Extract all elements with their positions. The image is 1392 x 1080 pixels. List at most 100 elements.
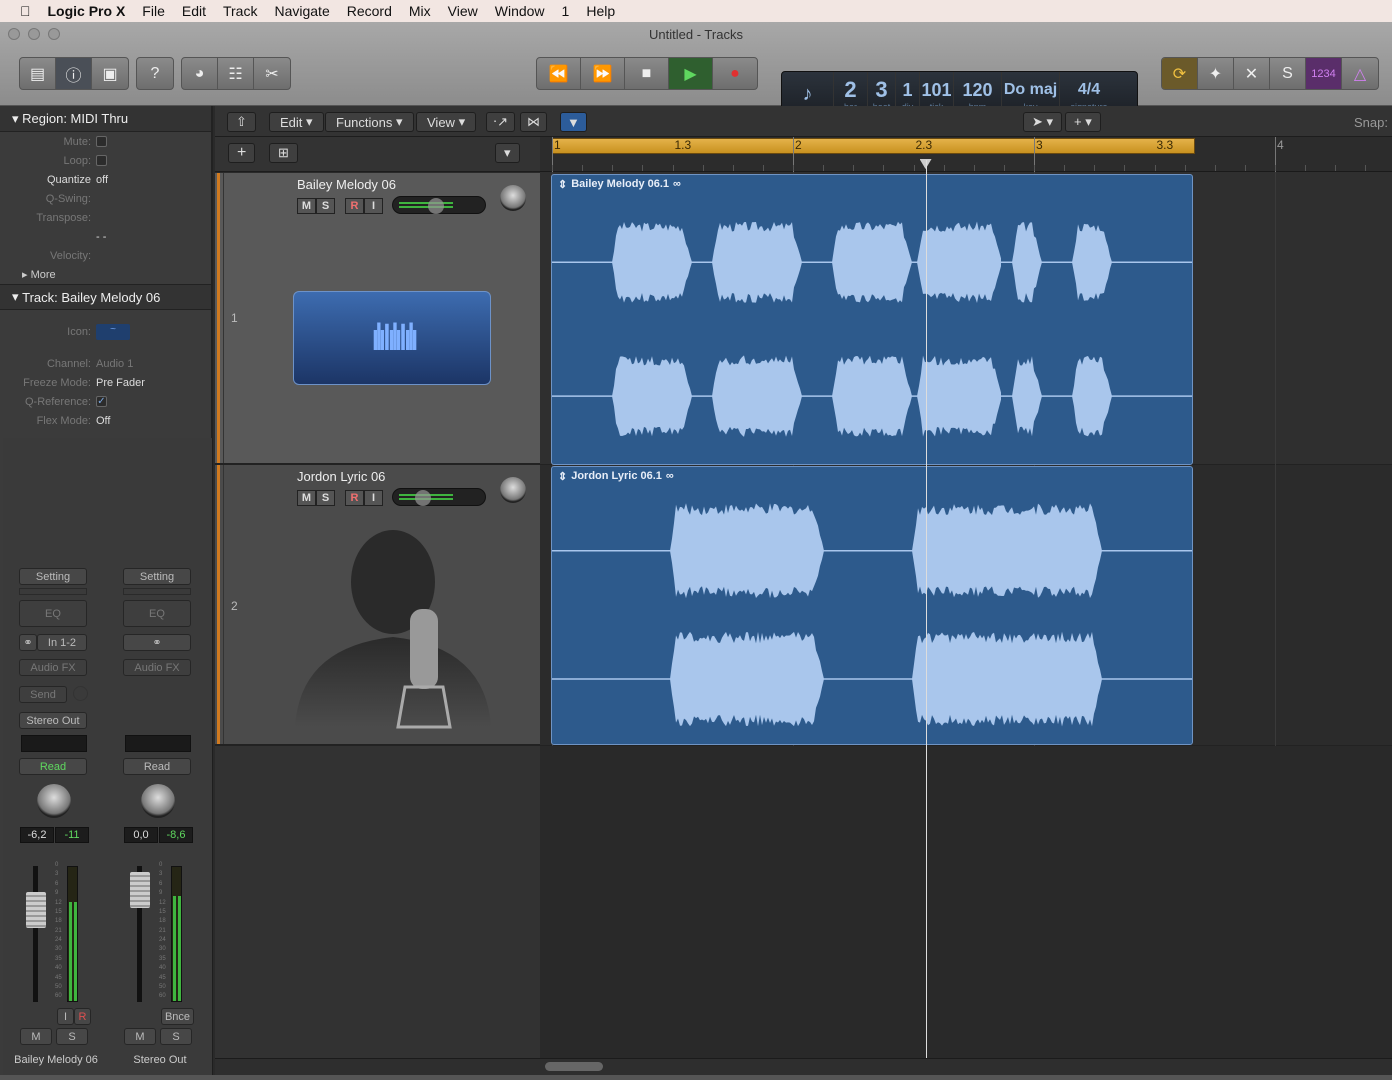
audio-region[interactable]: ⇕ Bailey Melody 06.1 ∞ (551, 174, 1193, 465)
view-menu[interactable]: View ▾ (416, 112, 477, 132)
record-enable-button[interactable]: R (74, 1008, 91, 1025)
volume-slider-thumb[interactable] (428, 198, 444, 214)
input-monitor-button[interactable]: I (364, 490, 383, 506)
up-arrow-button[interactable]: ⇧ (227, 112, 256, 132)
mute-button[interactable]: M (20, 1028, 52, 1045)
automation-mode-button[interactable]: Read (19, 758, 87, 775)
checkbox[interactable] (96, 136, 107, 147)
solo-button[interactable]: S (56, 1028, 88, 1045)
group-slot[interactable] (125, 735, 191, 752)
menu-help[interactable]: Help (586, 3, 615, 19)
pan-knob[interactable] (37, 784, 71, 818)
pan-knob[interactable] (500, 185, 526, 211)
add-track-button[interactable]: + (228, 143, 256, 163)
volume-fader-track[interactable] (33, 866, 38, 1002)
track-name[interactable]: Jordon Lyric 06 (297, 469, 385, 484)
checkbox[interactable] (96, 155, 107, 166)
inspector-value[interactable]: Audio 1 (96, 358, 211, 370)
ruler[interactable]: 1 1.3 2 2.3 3 3.3 4 (540, 137, 1392, 172)
count-in-button[interactable]: 1234 (1306, 58, 1342, 89)
solo-button[interactable]: S (1270, 58, 1306, 89)
track-header[interactable]: 2 Jordon Lyric 06 M S R I (215, 465, 540, 746)
smart-controls-button[interactable]: ◕ (182, 58, 218, 89)
track-name[interactable]: Bailey Melody 06 (297, 177, 396, 192)
mixer-button[interactable]: ☷ (218, 58, 254, 89)
menu-track[interactable]: Track (223, 3, 257, 19)
toolbar-toggle-button[interactable]: ▣ (92, 58, 128, 89)
marquee-tool-menu[interactable]: + ▾ (1065, 112, 1101, 132)
scrollbar-thumb[interactable] (545, 1062, 603, 1071)
solo-button[interactable]: S (316, 490, 335, 506)
library-button[interactable]: ▤ (20, 58, 56, 89)
menu-navigate[interactable]: Navigate (274, 3, 329, 19)
pointer-tool-menu[interactable]: ➤ ▾ (1023, 112, 1063, 132)
flex-button[interactable]: ⋈ (520, 112, 547, 132)
inspector-info-button[interactable]: ⓘ (56, 58, 92, 89)
play-button[interactable]: ▶ (669, 58, 713, 89)
setting-button[interactable]: Setting (19, 568, 87, 585)
menu-file[interactable]: File (142, 3, 165, 19)
checkbox[interactable]: ✓ (96, 396, 107, 407)
inspector-value[interactable]: Off (96, 415, 211, 427)
input-button[interactable]: In 1-2 (37, 634, 87, 651)
automation-mode-button[interactable]: Read (123, 758, 191, 775)
mute-button[interactable]: M (297, 490, 316, 506)
menu-record[interactable]: Record (347, 3, 392, 19)
track-volume-slider[interactable] (392, 488, 486, 506)
editors-button[interactable]: ✂ (254, 58, 290, 89)
menu-edit[interactable]: Edit (182, 3, 206, 19)
record-button[interactable]: ● (713, 58, 757, 89)
setting-button[interactable]: Setting (123, 568, 191, 585)
fast-forward-button[interactable]: ⏩ (581, 58, 625, 89)
horizontal-scrollbar[interactable] (215, 1058, 1392, 1076)
inspector-value[interactable]: off (96, 174, 211, 186)
menu-mix[interactable]: Mix (409, 3, 431, 19)
input-monitor-button[interactable]: I (57, 1008, 74, 1025)
bounce-button[interactable]: Bnce (161, 1008, 194, 1025)
pan-knob[interactable] (141, 784, 175, 818)
mute-button[interactable]: M (297, 198, 316, 214)
metronome-icon[interactable]: △ (1342, 58, 1378, 89)
help-button[interactable]: ? (137, 58, 173, 89)
eq-button[interactable]: EQ (123, 600, 191, 627)
tuner-button[interactable]: ✦ (1198, 58, 1234, 89)
track-header[interactable]: 1 Bailey Melody 06 M S R IılıIılıIılı (215, 173, 540, 465)
automation-button[interactable]: ⋅↗ (486, 112, 516, 132)
replace-button[interactable]: ✕ (1234, 58, 1270, 89)
pan-knob[interactable] (500, 477, 526, 503)
menu-window[interactable]: Window (495, 3, 545, 19)
solo-button[interactable]: S (160, 1028, 192, 1045)
cycle-button[interactable]: ⟳ (1162, 58, 1198, 89)
audio-fx-slot[interactable]: Audio FX (19, 659, 87, 676)
menu-view[interactable]: View (448, 3, 478, 19)
group-slot[interactable] (21, 735, 87, 752)
stereo-link-icon[interactable]: ⚭ (123, 634, 191, 651)
input-monitor-button[interactable]: I (364, 198, 383, 214)
record-enable-button[interactable]: R (345, 198, 364, 214)
rewind-button[interactable]: ⏪ (537, 58, 581, 89)
output-button[interactable]: Stereo Out (19, 712, 87, 729)
region-inspector-header[interactable]: ▾ Region: MIDI Thru (0, 106, 211, 132)
global-tracks-button[interactable]: ▾ (495, 143, 520, 163)
track-volume-slider[interactable] (392, 196, 486, 214)
audio-fx-slot[interactable]: Audio FX (123, 659, 191, 676)
eq-button[interactable]: EQ (19, 600, 87, 627)
playhead[interactable] (925, 160, 927, 1058)
functions-menu[interactable]: Functions ▾ (325, 112, 414, 132)
tracks-area[interactable]: ⇕ Bailey Melody 06.1 ∞ ⇕ Jordon Lyric 06.1 ∞ (540, 172, 1392, 1058)
record-enable-button[interactable]: R (345, 490, 364, 506)
cycle-area[interactable] (552, 138, 1196, 154)
stop-button[interactable]: ■ (625, 58, 669, 89)
mute-button[interactable]: M (124, 1028, 156, 1045)
volume-fader[interactable] (130, 872, 150, 909)
menu-app[interactable]: Logic Pro X (48, 3, 126, 19)
audio-region[interactable]: ⇕ Jordon Lyric 06.1 ∞ (551, 466, 1193, 745)
catch-playhead-button[interactable]: ▼ (560, 112, 587, 132)
apple-icon[interactable]:  (20, 3, 31, 19)
edit-menu[interactable]: Edit ▾ (269, 112, 324, 132)
more-disclosure[interactable]: ▸ More (0, 265, 211, 284)
volume-fader[interactable] (26, 892, 46, 929)
inspector-value[interactable]: Pre Fader (96, 377, 211, 389)
inspector-value[interactable]: - - (96, 231, 211, 243)
stereo-link-icon[interactable]: ⚭ (19, 634, 37, 651)
